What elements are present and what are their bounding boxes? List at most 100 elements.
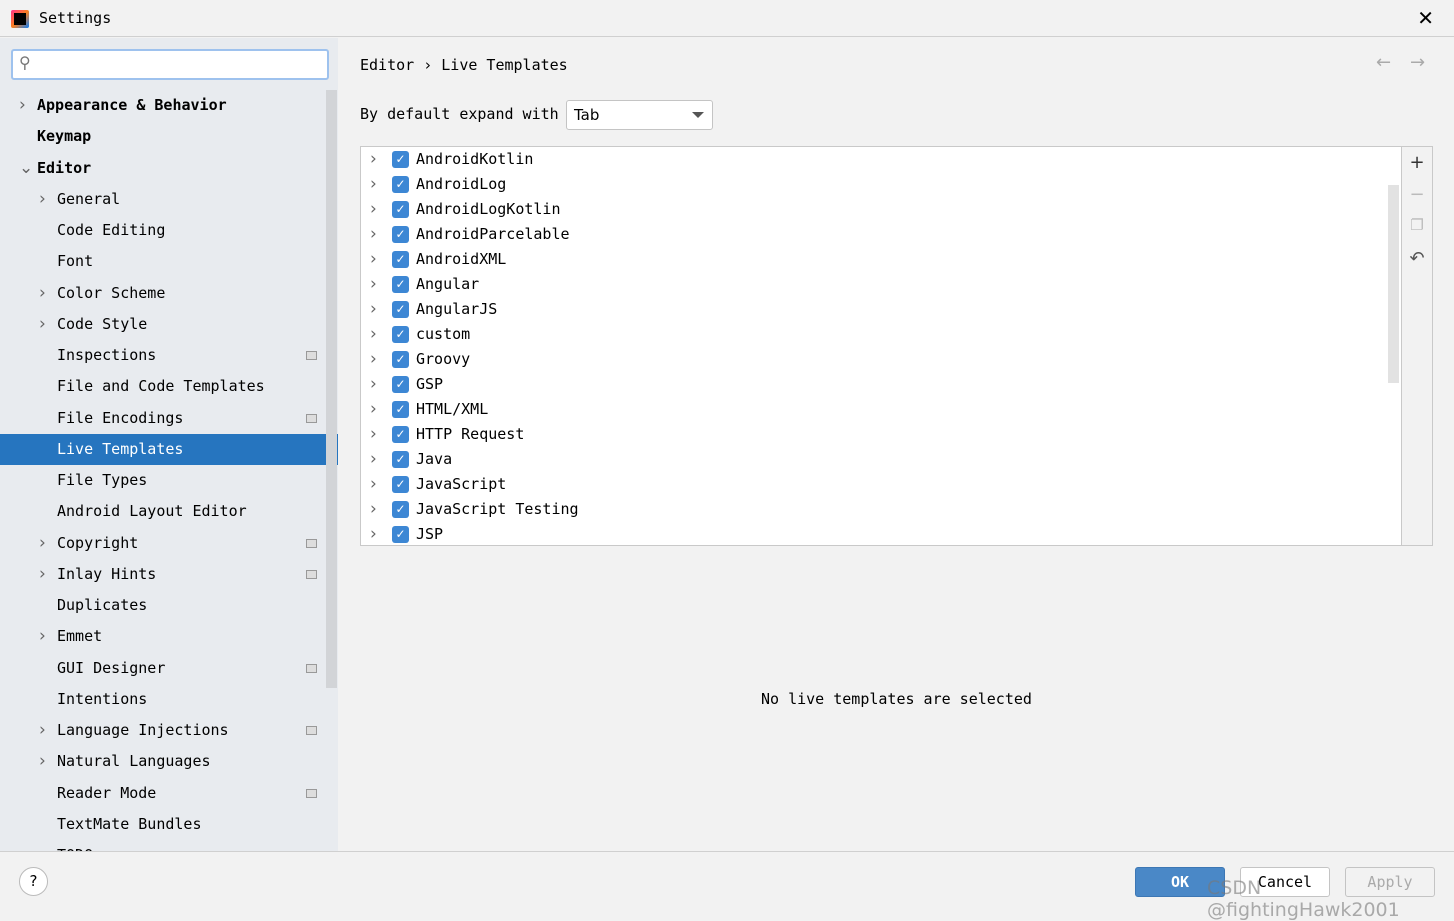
expand-with-dropdown[interactable]: Tab (566, 100, 713, 130)
checkbox-checked-icon[interactable]: ✓ (392, 476, 409, 493)
chevron-right-icon[interactable]: › (370, 422, 377, 447)
chevron-down-icon[interactable]: ⌄ (19, 153, 33, 184)
chevron-right-icon[interactable]: › (370, 347, 377, 372)
chevron-right-icon[interactable]: › (370, 172, 377, 197)
chevron-right-icon[interactable]: › (370, 322, 377, 347)
sidebar-item[interactable]: › Natural Languages (0, 746, 338, 777)
remove-icon[interactable]: − (1402, 184, 1432, 205)
chevron-right-icon[interactable]: › (370, 447, 377, 472)
chevron-right-icon[interactable]: › (370, 372, 377, 397)
checkbox-checked-icon[interactable]: ✓ (392, 451, 409, 468)
sidebar-item[interactable]: File Encodings (0, 403, 338, 434)
chevron-right-icon[interactable]: › (370, 297, 377, 322)
checkbox-checked-icon[interactable]: ✓ (392, 501, 409, 518)
sidebar-scrollbar[interactable] (326, 90, 337, 688)
sidebar-item[interactable]: Keymap (0, 121, 338, 152)
sidebar-item[interactable]: › General (0, 184, 338, 215)
template-group-row[interactable]: › ✓ Angular (361, 272, 1391, 297)
template-group-row[interactable]: › ✓ JSP (361, 522, 1391, 545)
template-group-row[interactable]: › ✓ HTML/XML (361, 397, 1391, 422)
template-group-row[interactable]: › ✓ JavaScript Testing (361, 497, 1391, 522)
chevron-right-icon[interactable]: › (370, 197, 377, 222)
chevron-right-icon[interactable]: › (39, 184, 46, 215)
chevron-right-icon[interactable]: › (39, 528, 46, 559)
sidebar-item[interactable]: ⌄ Editor (0, 153, 338, 184)
sidebar-item[interactable]: Intentions (0, 684, 338, 715)
close-icon[interactable]: ✕ (1417, 6, 1434, 30)
template-group-row[interactable]: › ✓ Groovy (361, 347, 1391, 372)
sidebar-item[interactable]: Reader Mode (0, 778, 338, 809)
sidebar-item[interactable]: Live Templates (0, 433, 338, 465)
sidebar-item[interactable]: › Inlay Hints (0, 559, 338, 590)
checkbox-checked-icon[interactable]: ✓ (392, 201, 409, 218)
sidebar-item-label: File Types (57, 471, 148, 489)
sidebar-item[interactable]: Font (0, 246, 338, 277)
template-group-row[interactable]: › ✓ HTTP Request (361, 422, 1391, 447)
template-group-row[interactable]: › ✓ AndroidParcelable (361, 222, 1391, 247)
sidebar-item[interactable]: File Types (0, 465, 338, 496)
checkbox-checked-icon[interactable]: ✓ (392, 226, 409, 243)
sidebar-item[interactable]: GUI Designer (0, 653, 338, 684)
chevron-right-icon[interactable]: › (39, 309, 46, 340)
checkbox-checked-icon[interactable]: ✓ (392, 276, 409, 293)
sidebar-item[interactable]: › Copyright (0, 528, 338, 559)
chevron-right-icon[interactable]: › (370, 522, 377, 545)
checkbox-checked-icon[interactable]: ✓ (392, 401, 409, 418)
chevron-right-icon[interactable]: › (19, 90, 26, 121)
chevron-right-icon[interactable]: › (370, 397, 377, 422)
list-scrollbar[interactable] (1388, 185, 1399, 383)
sidebar-item[interactable]: › Color Scheme (0, 278, 338, 309)
sidebar-item-label: Android Layout Editor (57, 502, 247, 521)
breadcrumb: Editor › Live Templates (360, 56, 568, 74)
sidebar-item-label: Reader Mode (57, 783, 157, 802)
sidebar-item[interactable]: TODO (0, 840, 338, 851)
checkbox-checked-icon[interactable]: ✓ (392, 151, 409, 168)
search-input[interactable]: ⚲ (11, 49, 329, 80)
template-group-row[interactable]: › ✓ AndroidLogKotlin (361, 197, 1391, 222)
sidebar-item[interactable]: › Code Style (0, 309, 338, 340)
sidebar-item[interactable]: › Appearance & Behavior (0, 90, 338, 121)
chevron-right-icon[interactable]: › (370, 247, 377, 272)
template-group-row[interactable]: › ✓ JavaScript (361, 472, 1391, 497)
chevron-right-icon[interactable]: › (39, 278, 46, 309)
sidebar-item[interactable]: Duplicates (0, 590, 338, 621)
template-group-row[interactable]: › ✓ AndroidKotlin (361, 147, 1391, 172)
back-arrow-icon[interactable]: ← (1376, 52, 1391, 73)
sidebar-item[interactable]: Android Layout Editor (0, 496, 338, 527)
chevron-right-icon[interactable]: › (39, 621, 46, 652)
checkbox-checked-icon[interactable]: ✓ (392, 351, 409, 368)
chevron-right-icon[interactable]: › (39, 715, 46, 746)
sidebar-item[interactable]: File and Code Templates (0, 371, 338, 402)
chevron-right-icon[interactable]: › (370, 272, 377, 297)
template-group-row[interactable]: › ✓ GSP (361, 372, 1391, 397)
chevron-right-icon[interactable]: › (370, 472, 377, 497)
copy-icon[interactable]: ❐ (1402, 216, 1432, 234)
checkbox-checked-icon[interactable]: ✓ (392, 251, 409, 268)
sidebar-item[interactable]: TextMate Bundles (0, 809, 338, 840)
sidebar-item[interactable]: Code Editing (0, 215, 338, 246)
undo-icon[interactable]: ↶ (1402, 248, 1432, 269)
checkbox-checked-icon[interactable]: ✓ (392, 376, 409, 393)
checkbox-checked-icon[interactable]: ✓ (392, 301, 409, 318)
add-icon[interactable]: + (1402, 152, 1432, 173)
template-group-row[interactable]: › ✓ AndroidLog (361, 172, 1391, 197)
sidebar-item[interactable]: Inspections (0, 340, 338, 371)
chevron-right-icon[interactable]: › (39, 746, 46, 777)
template-group-row[interactable]: › ✓ Java (361, 447, 1391, 472)
sidebar-item[interactable]: › Emmet (0, 621, 338, 652)
checkbox-checked-icon[interactable]: ✓ (392, 176, 409, 193)
template-group-row[interactable]: › ✓ AngularJS (361, 297, 1391, 322)
forward-arrow-icon[interactable]: → (1410, 52, 1425, 73)
checkbox-checked-icon[interactable]: ✓ (392, 326, 409, 343)
chevron-right-icon[interactable]: › (370, 147, 377, 172)
checkbox-checked-icon[interactable]: ✓ (392, 426, 409, 443)
template-group-row[interactable]: › ✓ custom (361, 322, 1391, 347)
sidebar-item[interactable]: › Language Injections (0, 715, 338, 746)
checkbox-checked-icon[interactable]: ✓ (392, 526, 409, 543)
chevron-right-icon[interactable]: › (39, 559, 46, 590)
chevron-right-icon[interactable]: › (370, 497, 377, 522)
help-button[interactable]: ? (19, 867, 48, 896)
breadcrumb-parent[interactable]: Editor (360, 56, 414, 74)
template-group-row[interactable]: › ✓ AndroidXML (361, 247, 1391, 272)
chevron-right-icon[interactable]: › (370, 222, 377, 247)
